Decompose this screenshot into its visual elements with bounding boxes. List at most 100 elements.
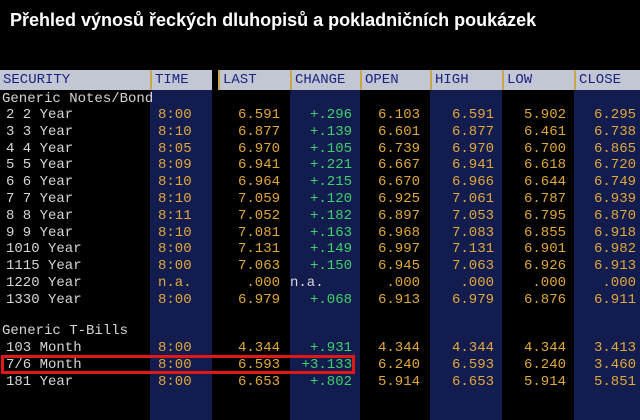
- cell-low: 5.914: [523, 374, 566, 390]
- cell-close: 6.749: [593, 174, 636, 191]
- cell-time: n.a.: [158, 275, 192, 291]
- cell-low: 6.240: [523, 357, 566, 373]
- cell-high: 6.593: [451, 357, 494, 373]
- cell-open: 6.897: [377, 207, 420, 224]
- cell-low: .000: [532, 275, 566, 291]
- cell-time: 8:10: [158, 191, 192, 207]
- cell-open: .000: [386, 275, 420, 291]
- header-low[interactable]: LOW: [502, 70, 574, 90]
- cell-close: 6.870: [593, 207, 636, 224]
- cell-security: 4 4 Year: [6, 140, 74, 157]
- cell-high: 7.131: [451, 241, 494, 258]
- cell-high: 4.344: [451, 340, 494, 356]
- cell-close: 6.918: [593, 224, 636, 241]
- table-row[interactable]: 8 8 Year 8:11 7.052 +.182 6.897 7.053 6.795 6.8…: [0, 208, 640, 225]
- cell-open: 6.913: [377, 291, 420, 308]
- cell-low: 6.901: [523, 241, 566, 258]
- header-change[interactable]: CHANGE: [290, 70, 360, 90]
- cell-open: 6.601: [377, 123, 420, 140]
- cell-close: 5.851: [593, 374, 636, 390]
- cell-last: 7.081: [237, 224, 280, 241]
- cell-high: 7.061: [451, 191, 494, 207]
- cell-change: +.221: [309, 157, 352, 174]
- cell-time: 8:00: [158, 258, 192, 275]
- cell-time: 8:00: [158, 374, 192, 390]
- cell-low: 6.926: [523, 258, 566, 275]
- cell-high: 6.979: [451, 291, 494, 308]
- cell-last: 7.059: [237, 191, 280, 207]
- cell-high: 7.063: [451, 258, 494, 275]
- table-row[interactable]: 1115 Year 8:00 7.063 +.150 6.945 7.063 6.926 6.…: [0, 258, 640, 275]
- cell-last: 7.052: [237, 207, 280, 224]
- table-row[interactable]: 181 Year 8:00 6.653 +.802 5.914 6.653 5.914 5.8…: [0, 374, 640, 391]
- cell-change: +.105: [309, 140, 352, 157]
- cell-time: 8:10: [158, 123, 192, 140]
- cell-time: 8:10: [158, 174, 192, 191]
- cell-low: 5.902: [523, 107, 566, 123]
- section-bills-label: Generic T-Bills: [2, 323, 129, 339]
- cell-change: +.150: [309, 258, 352, 275]
- table-row[interactable]: 3 3 Year 8:10 6.877 +.139 6.601 6.877 6.461 6.7…: [0, 124, 640, 141]
- cell-last: 7.131: [237, 241, 280, 258]
- cell-low: 6.461: [523, 123, 566, 140]
- cell-change: +.182: [309, 207, 352, 224]
- bond-yield-table: SECURITY TIME LAST CHANGE OPEN HIGH LOW …: [0, 70, 640, 420]
- cell-last: 7.063: [237, 258, 280, 275]
- table-row[interactable]: 1330 Year 8:00 6.979 +.068 6.913 6.979 6.876 6.…: [0, 292, 640, 309]
- cell-time: 8:09: [158, 157, 192, 174]
- cell-close: 6.295: [593, 107, 636, 123]
- cell-open: 6.667: [377, 157, 420, 174]
- cell-time: 8:00: [158, 241, 192, 258]
- cell-security: 1010 Year: [6, 241, 82, 258]
- cell-last: .000: [246, 275, 280, 291]
- header-security[interactable]: SECURITY: [0, 70, 150, 90]
- cell-open: 6.925: [377, 191, 420, 207]
- page-title: Přehled výnosů řeckých dluhopisů a pokla…: [0, 0, 640, 40]
- header-open[interactable]: OPEN: [360, 70, 430, 90]
- cell-open: 6.240: [377, 357, 420, 373]
- cell-change: +.149: [309, 241, 352, 258]
- cell-change: n.a.: [290, 275, 324, 291]
- table-row[interactable]: 1220 Year n.a. .000 n.a. .000 .000 .000 .000: [0, 275, 640, 292]
- cell-time: 8:00: [158, 291, 192, 308]
- cell-security: 9 9 Year: [6, 224, 74, 241]
- cell-high: 6.966: [451, 174, 494, 191]
- cell-high: .000: [460, 275, 494, 291]
- cell-open: 4.344: [377, 340, 420, 356]
- table-row[interactable]: 9 9 Year 8:10 7.081 +.163 6.968 7.083 6.855 6.9…: [0, 225, 640, 242]
- cell-security: 1330 Year: [6, 291, 82, 308]
- section-notes-label: Generic Notes/Bond: [2, 91, 154, 107]
- table-row[interactable]: 5 5 Year 8:09 6.941 +.221 6.667 6.941 6.618 6.7…: [0, 157, 640, 174]
- cell-change: +.139: [309, 123, 352, 140]
- cell-change: +.802: [309, 374, 352, 390]
- cell-security: 1220 Year: [6, 275, 82, 291]
- table-row[interactable]: 1010 Year 8:00 7.131 +.149 6.997 7.131 6.901 6.…: [0, 241, 640, 258]
- cell-close: 6.720: [593, 157, 636, 174]
- table-row[interactable]: 6 6 Year 8:10 6.964 +.215 6.670 6.966 6.644 6.7…: [0, 174, 640, 191]
- cell-security: 6 6 Year: [6, 174, 74, 191]
- table-row[interactable]: 7 7 Year 8:10 7.059 +.120 6.925 7.061 6.787 6.9…: [0, 191, 640, 208]
- header-last[interactable]: LAST: [218, 70, 290, 90]
- cell-security: 1115 Year: [6, 258, 82, 275]
- cell-high: 6.877: [451, 123, 494, 140]
- cell-low: 6.855: [523, 224, 566, 241]
- cell-time: 8:11: [158, 207, 192, 224]
- header-close[interactable]: CLOSE: [574, 70, 640, 90]
- cell-security: 8 8 Year: [6, 207, 74, 224]
- cell-change: +.120: [309, 191, 352, 207]
- cell-high: 6.941: [451, 157, 494, 174]
- table-row[interactable]: 4 4 Year 8:05 6.970 +.105 6.739 6.970 6.700 6.8…: [0, 141, 640, 158]
- cell-last: 6.941: [237, 157, 280, 174]
- header-high[interactable]: HIGH: [430, 70, 502, 90]
- cell-change: +.163: [309, 224, 352, 241]
- cell-last: 6.591: [237, 107, 280, 123]
- cell-low: 4.344: [523, 340, 566, 356]
- table-row[interactable]: 2 2 Year 8:00 6.591 +.296 6.103 6.591 5.902 6.2…: [0, 107, 640, 124]
- cell-last: 6.964: [237, 174, 280, 191]
- cell-open: 5.914: [377, 374, 420, 390]
- cell-security: 5 5 Year: [6, 157, 74, 174]
- cell-low: 6.787: [523, 191, 566, 207]
- terminal-screenshot: Přehled výnosů řeckých dluhopisů a pokla…: [0, 0, 640, 420]
- highlight-box: [1, 355, 355, 374]
- header-time[interactable]: TIME: [150, 70, 212, 90]
